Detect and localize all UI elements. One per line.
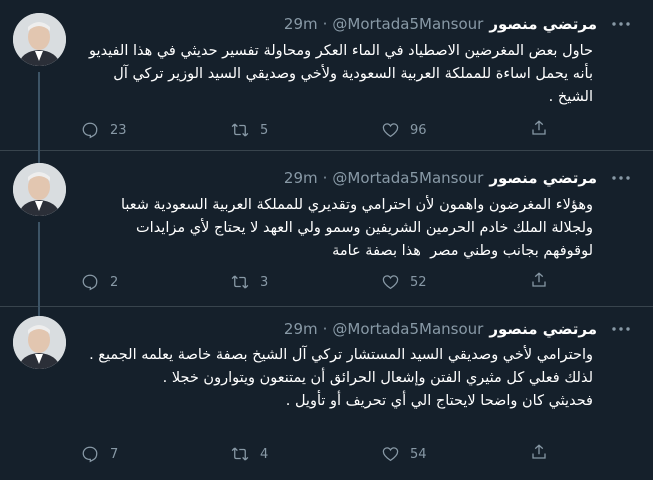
heart-icon (380, 120, 400, 140)
share-icon (530, 272, 548, 293)
tweet-paragraph: وهؤلاء المغرضون واهمون لأن احترامي وتقدي… (116, 197, 593, 259)
thread-line (38, 72, 40, 150)
retweet-icon (230, 272, 250, 292)
tweet-header: مرتضي منصور @Mortada5Mansour · 29m (284, 167, 597, 189)
tweet[interactable]: مرتضي منصور @Mortada5Mansour · 29m واحتر… (0, 306, 653, 480)
tweet-text: واحترامي لأخي وصديقي السيد المستشار تركي… (83, 344, 593, 413)
share-button[interactable] (530, 443, 550, 465)
separator-dot: · (322, 169, 328, 187)
share-button[interactable] (530, 119, 550, 141)
tweet-time[interactable]: 29m (284, 15, 318, 33)
tweet-paragraph: واحترامي لأخي وصديقي السيد المستشار تركي… (89, 347, 593, 363)
share-button[interactable] (530, 271, 550, 293)
tweet-time[interactable]: 29m (284, 320, 318, 338)
reply-count: 2 (110, 274, 119, 290)
tweet-paragraph: حاول بعض المغرضين الاصطياد في الماء العك… (84, 43, 593, 105)
separator-dot: · (322, 320, 328, 338)
tweet[interactable]: مرتضي منصور @Mortada5Mansour · 29m وهؤلا… (0, 150, 653, 306)
author-handle[interactable]: @Mortada5Mansour (332, 320, 483, 338)
author-handle[interactable]: @Mortada5Mansour (332, 169, 483, 187)
retweet-button[interactable]: 4 (230, 444, 320, 464)
separator-dot: · (322, 15, 328, 33)
retweet-count: 3 (260, 274, 269, 290)
share-icon (530, 444, 548, 465)
tweet-header: مرتضي منصور @Mortada5Mansour · 29m (284, 13, 597, 35)
like-count: 54 (410, 446, 427, 462)
reply-icon (80, 120, 100, 140)
reply-icon (80, 444, 100, 464)
tweet[interactable]: مرتضي منصور @Mortada5Mansour · 29m حاول … (0, 0, 653, 150)
tweet-paragraph: فحديثي كان واضحا لايحتاج الي أي تحريف أو… (285, 393, 593, 409)
like-count: 96 (410, 122, 427, 138)
reply-count: 23 (110, 122, 127, 138)
avatar[interactable] (13, 163, 66, 216)
more-icon[interactable] (611, 321, 631, 337)
retweet-icon (230, 444, 250, 464)
tweet-header: مرتضي منصور @Mortada5Mansour · 29m (284, 318, 597, 340)
reply-button[interactable]: 7 (80, 444, 170, 464)
retweet-button[interactable]: 5 (230, 120, 320, 140)
heart-icon (380, 272, 400, 292)
author-name[interactable]: مرتضي منصور (489, 320, 597, 338)
tweet-actions: 2 3 52 (80, 272, 550, 292)
thread-line (38, 222, 40, 306)
tweet-actions: 23 5 96 (80, 120, 550, 140)
tweet-paragraph: لذلك فعلي كل مثيري الفتن وإشعال الحرائق … (162, 370, 593, 386)
like-button[interactable]: 54 (380, 444, 470, 464)
author-handle[interactable]: @Mortada5Mansour (332, 15, 483, 33)
like-button[interactable]: 96 (380, 120, 470, 140)
reply-button[interactable]: 23 (80, 120, 170, 140)
reply-icon (80, 272, 100, 292)
author-name[interactable]: مرتضي منصور (489, 15, 597, 33)
reply-count: 7 (110, 446, 119, 462)
tweet-text: حاول بعض المغرضين الاصطياد في الماء العك… (83, 40, 593, 109)
tweet-time[interactable]: 29m (284, 169, 318, 187)
retweet-count: 4 (260, 446, 269, 462)
avatar[interactable] (13, 316, 66, 369)
more-icon[interactable] (611, 170, 631, 186)
heart-icon (380, 444, 400, 464)
more-icon[interactable] (611, 16, 631, 32)
reply-button[interactable]: 2 (80, 272, 170, 292)
tweet-actions: 7 4 54 (80, 444, 550, 464)
like-button[interactable]: 52 (380, 272, 470, 292)
share-icon (530, 120, 548, 141)
retweet-icon (230, 120, 250, 140)
retweet-button[interactable]: 3 (230, 272, 320, 292)
avatar[interactable] (13, 13, 66, 66)
retweet-count: 5 (260, 122, 269, 138)
author-name[interactable]: مرتضي منصور (489, 169, 597, 187)
like-count: 52 (410, 274, 427, 290)
thread-line (38, 306, 40, 316)
tweet-text: وهؤلاء المغرضون واهمون لأن احترامي وتقدي… (83, 194, 593, 263)
